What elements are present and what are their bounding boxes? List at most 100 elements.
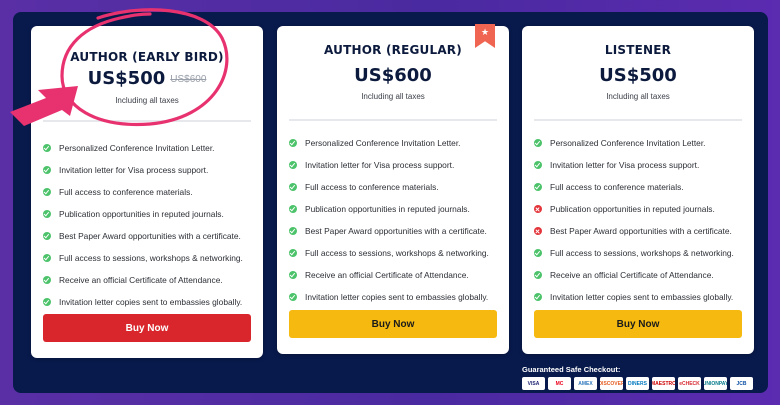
plan-title: AUTHOR (EARLY BIRD): [70, 50, 224, 64]
feature-item: Best Paper Award opportunities with a ce…: [43, 225, 255, 247]
feature-text: Publication opportunities in reputed jou…: [305, 204, 470, 214]
check-circle-icon: [534, 271, 542, 279]
check-circle-icon: [43, 298, 51, 306]
check-circle-icon: [289, 249, 297, 257]
pricing-card-early-bird: AUTHOR (EARLY BIRD) US$500 US$600 Includi…: [31, 26, 263, 358]
feature-text: Full access to sessions, workshops & net…: [59, 253, 243, 263]
feature-text: Receive an official Certificate of Atten…: [550, 270, 714, 280]
feature-text: Invitation letter for Visa process suppo…: [305, 160, 455, 170]
payment-icon-amex: AMEX: [574, 377, 597, 390]
feature-list: Personalized Conference Invitation Lette…: [289, 132, 501, 308]
feature-text: Personalized Conference Invitation Lette…: [550, 138, 706, 148]
check-circle-icon: [43, 210, 51, 218]
feature-item: Publication opportunities in reputed jou…: [43, 203, 255, 225]
price-row: US$500: [522, 65, 754, 86]
cross-circle-icon: [534, 227, 542, 235]
check-circle-icon: [534, 249, 542, 257]
old-price: US$600: [170, 74, 207, 85]
check-circle-icon: [534, 161, 542, 169]
check-circle-icon: [43, 188, 51, 196]
check-circle-icon: [289, 183, 297, 191]
feature-item: Full access to conference materials.: [534, 176, 746, 198]
pricing-card-regular: ★ AUTHOR (REGULAR) US$600 Including all …: [277, 24, 509, 354]
feature-item: Receive an official Certificate of Atten…: [534, 264, 746, 286]
feature-item: Best Paper Award opportunities with a ce…: [289, 220, 501, 242]
feature-item: Invitation letter copies sent to embassi…: [534, 286, 746, 308]
tax-note: Including all taxes: [361, 92, 425, 101]
price-row: US$600: [277, 65, 509, 86]
tax-note: Including all taxes: [115, 96, 179, 105]
payment-icon-diners: DINERS: [626, 377, 649, 390]
payment-icon-discover: DISCOVER: [600, 377, 623, 390]
feature-item: Invitation letter copies sent to embassi…: [289, 286, 501, 308]
feature-item: Receive an official Certificate of Atten…: [289, 264, 501, 286]
check-circle-icon: [43, 232, 51, 240]
feature-item: Publication opportunities in reputed jou…: [534, 198, 746, 220]
divider: [534, 119, 742, 121]
feature-item: Full access to conference materials.: [43, 181, 255, 203]
feature-text: Full access to sessions, workshops & net…: [305, 248, 489, 258]
check-circle-icon: [534, 183, 542, 191]
check-circle-icon: [43, 144, 51, 152]
check-circle-icon: [289, 161, 297, 169]
feature-item: Invitation letter for Visa process suppo…: [43, 159, 255, 181]
feature-item: Publication opportunities in reputed jou…: [289, 198, 501, 220]
feature-text: Full access to conference materials.: [305, 182, 439, 192]
payment-icon-mc: MC: [548, 377, 571, 390]
check-circle-icon: [43, 166, 51, 174]
feature-text: Best Paper Award opportunities with a ce…: [550, 226, 732, 236]
feature-text: Full access to conference materials.: [550, 182, 684, 192]
pricing-section: AUTHOR (EARLY BIRD) US$500 US$600 Includi…: [13, 12, 768, 393]
feature-item: Invitation letter for Visa process suppo…: [289, 154, 501, 176]
feature-item: Full access to sessions, workshops & net…: [289, 242, 501, 264]
check-circle-icon: [289, 293, 297, 301]
check-circle-icon: [534, 139, 542, 147]
payment-icon-visa: VISA: [522, 377, 545, 390]
buy-now-button-early-bird[interactable]: Buy Now: [43, 314, 251, 342]
price-row: US$500 US$600: [31, 68, 263, 89]
feature-item: Personalized Conference Invitation Lette…: [289, 132, 501, 154]
check-circle-icon: [43, 276, 51, 284]
feature-item: Invitation letter copies sent to embassi…: [43, 291, 255, 313]
cross-circle-icon: [534, 205, 542, 213]
tax-note: Including all taxes: [606, 92, 670, 101]
feature-text: Best Paper Award opportunities with a ce…: [59, 231, 241, 241]
feature-text: Receive an official Certificate of Atten…: [59, 275, 223, 285]
buy-now-button-listener[interactable]: Buy Now: [534, 310, 742, 338]
safe-checkout: Guaranteed Safe Checkout: VISA MC AMEX DISC…: [522, 365, 753, 390]
feature-text: Receive an official Certificate of Atten…: [305, 270, 469, 280]
check-circle-icon: [289, 227, 297, 235]
feature-item: Full access to conference materials.: [289, 176, 501, 198]
divider: [289, 119, 497, 121]
feature-list: Personalized Conference Invitation Lette…: [43, 137, 255, 313]
feature-item: Personalized Conference Invitation Lette…: [43, 137, 255, 159]
payment-icon-unionpay: UNIONPAY: [704, 377, 727, 390]
feature-text: Invitation letter for Visa process suppo…: [550, 160, 700, 170]
plan-price: US$500: [87, 68, 166, 89]
check-circle-icon: [289, 271, 297, 279]
check-circle-icon: [289, 139, 297, 147]
payment-icon-echeck: eCHECK: [678, 377, 701, 390]
feature-text: Full access to conference materials.: [59, 187, 193, 197]
plan-title: LISTENER: [604, 43, 672, 57]
plan-title: AUTHOR (REGULAR): [324, 43, 462, 57]
feature-item: Receive an official Certificate of Atten…: [43, 269, 255, 291]
feature-text: Invitation letter copies sent to embassi…: [305, 292, 489, 302]
feature-list: Personalized Conference Invitation Lette…: [534, 132, 746, 308]
check-circle-icon: [534, 293, 542, 301]
divider: [43, 120, 251, 122]
feature-text: Publication opportunities in reputed jou…: [59, 209, 224, 219]
payment-methods: VISA MC AMEX DISCOVER DINERS MAESTRO eCHECK UNI…: [522, 377, 753, 390]
feature-item: Invitation letter for Visa process suppo…: [534, 154, 746, 176]
feature-item: Full access to sessions, workshops & net…: [43, 247, 255, 269]
feature-item: Full access to sessions, workshops & net…: [534, 242, 746, 264]
feature-item: Best Paper Award opportunities with a ce…: [534, 220, 746, 242]
check-circle-icon: [43, 254, 51, 262]
feature-text: Best Paper Award opportunities with a ce…: [305, 226, 487, 236]
buy-now-button-regular[interactable]: Buy Now: [289, 310, 497, 338]
feature-text: Full access to sessions, workshops & net…: [550, 248, 734, 258]
feature-text: Publication opportunities in reputed jou…: [550, 204, 715, 214]
pricing-card-listener: LISTENER US$500 Including all taxes Pers…: [522, 26, 754, 354]
checkout-title: Guaranteed Safe Checkout:: [522, 365, 621, 374]
feature-text: Invitation letter copies sent to embassi…: [550, 292, 734, 302]
